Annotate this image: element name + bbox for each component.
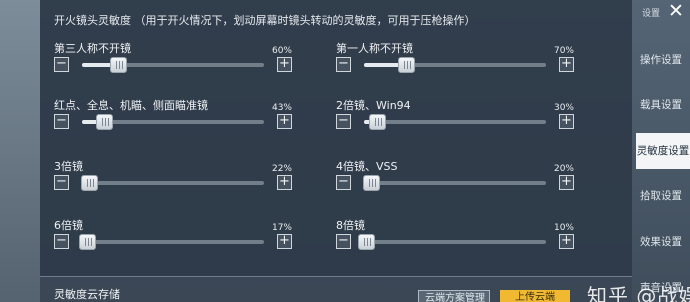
decrease-button[interactable]: − (336, 57, 351, 72)
slider-thumb[interactable] (357, 234, 375, 250)
slider-thumb[interactable] (79, 234, 97, 250)
decrease-button[interactable]: − (336, 234, 351, 249)
increase-button[interactable]: + (277, 57, 292, 72)
increase-button[interactable]: + (277, 175, 292, 190)
tab-pickup[interactable]: 拾取设置 (632, 178, 690, 214)
decrease-button[interactable]: − (54, 114, 69, 129)
slider-row-4: 3倍镜 22% − + (54, 158, 292, 216)
decrease-button[interactable]: − (54, 175, 69, 190)
left-background-strip (0, 0, 40, 302)
slider-track[interactable] (81, 175, 264, 191)
slider-row-0: 第三人称不开镜 60% − + (54, 40, 292, 98)
slider-percent: 17% (271, 223, 292, 233)
slider-track[interactable] (363, 175, 546, 191)
slider-label: 3倍镜 (54, 160, 83, 173)
sensitivity-panel: 开火镜头灵敏度 （用于开火情况下，划动屏幕时镜头转动的灵敏度，可用于压枪操作） … (40, 0, 632, 302)
slider-track[interactable] (357, 234, 546, 250)
increase-button[interactable]: + (559, 114, 574, 129)
slider-percent: 22% (271, 164, 292, 174)
slider-thumb[interactable] (81, 175, 99, 191)
cloud-manage-button[interactable]: 云端方案管理 (418, 290, 490, 302)
slider-row-1: 第一人称不开镜 70% − + (336, 40, 574, 98)
slider-label: 第一人称不开镜 (336, 42, 413, 55)
slider-percent: 43% (271, 103, 292, 113)
slider-thumb[interactable] (363, 175, 381, 191)
increase-button[interactable]: + (559, 234, 574, 249)
slider-thumb[interactable] (368, 114, 386, 130)
slider-track[interactable] (364, 114, 546, 130)
slider-label: 4倍镜、VSS (336, 160, 398, 173)
slider-thumb[interactable] (110, 57, 128, 73)
slider-thumb[interactable] (397, 57, 415, 73)
slider-row-3: 2倍镜、Win94 30% − + (336, 97, 574, 155)
slider-percent: 30% (553, 103, 574, 113)
slider-track[interactable] (79, 234, 264, 250)
slider-row-2: 红点、全息、机瞄、侧面瞄准镜 43% − + (54, 97, 292, 155)
slider-label: 8倍镜 (336, 219, 365, 232)
slider-percent: 10% (553, 223, 574, 233)
increase-button[interactable]: + (559, 57, 574, 72)
tab-effects[interactable]: 效果设置 (632, 224, 690, 260)
tab-vehicle[interactable]: 载具设置 (632, 87, 690, 123)
decrease-button[interactable]: − (336, 114, 351, 129)
decrease-button[interactable]: − (336, 175, 351, 190)
upload-cloud-button[interactable]: 上传云端 (500, 290, 570, 302)
slider-track[interactable] (82, 114, 264, 130)
slider-label: 第三人称不开镜 (54, 42, 131, 55)
watermark-text: 知乎 @战娱 (587, 284, 690, 302)
increase-button[interactable]: + (277, 114, 292, 129)
tab-sensitivity[interactable]: 灵敏度设置 (636, 133, 690, 169)
slider-row-7: 8倍镜 10% − + (336, 217, 574, 275)
slider-label: 2倍镜、Win94 (336, 99, 411, 112)
slider-track[interactable] (82, 57, 264, 73)
decrease-button[interactable]: − (54, 234, 69, 249)
slider-row-6: 6倍镜 17% − + (54, 217, 292, 275)
slider-percent: 70% (553, 46, 574, 56)
increase-button[interactable]: + (559, 175, 574, 190)
slider-row-5: 4倍镜、VSS 20% − + (336, 158, 574, 216)
cloud-storage-title: 灵敏度云存储 (54, 288, 120, 301)
slider-track[interactable] (364, 57, 546, 73)
close-icon[interactable]: ✕ (666, 2, 686, 22)
tab-controls[interactable]: 操作设置 (632, 42, 690, 78)
slider-percent: 60% (271, 46, 292, 56)
decrease-button[interactable]: − (54, 57, 69, 72)
slider-label: 6倍镜 (54, 219, 83, 232)
slider-thumb[interactable] (95, 114, 113, 130)
increase-button[interactable]: + (277, 234, 292, 249)
section-title: 开火镜头灵敏度 （用于开火情况下，划动屏幕时镜头转动的灵敏度，可用于压枪操作） (54, 14, 476, 27)
slider-percent: 20% (553, 164, 574, 174)
slider-label: 红点、全息、机瞄、侧面瞄准镜 (54, 99, 208, 112)
settings-tag: 设置 (642, 9, 661, 19)
cloud-storage-bar: 灵敏度云存储 云端方案管理 上传云端 (40, 276, 632, 302)
